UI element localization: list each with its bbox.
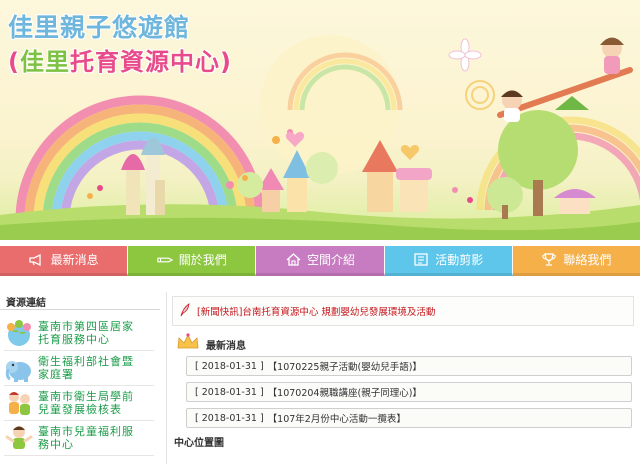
label-line-1: 臺南市衛生局學前: [38, 390, 134, 403]
megaphone-icon: [29, 253, 45, 267]
feather-icon: [179, 302, 191, 321]
sidebar-link-label: 衛生福利部社會暨 家庭署: [34, 355, 134, 381]
nav-item-activity-photos[interactable]: 活動剪影: [384, 246, 513, 276]
sidebar-link-label: 臺南市衛生局學前 兒童發展檢核表: [34, 390, 134, 416]
label-line-1: 衛生福利部社會暨: [38, 355, 134, 368]
crown-icon: [176, 333, 200, 355]
children-globe-icon: [4, 318, 34, 348]
sidebar-link-child-welfare-center[interactable]: 臺南市兒童福利服 務中心: [4, 421, 154, 456]
location-map-title: 中心位置圖: [174, 438, 224, 449]
nav-item-space-intro[interactable]: 空間介紹: [256, 246, 385, 276]
sidebar-link-label: 臺南市第四區居家 托育服務中心: [34, 320, 134, 346]
site-title: 佳里親子悠遊館: [8, 13, 191, 42]
label-line-1: 臺南市第四區居家: [38, 320, 134, 333]
latest-news-title: 最新消息: [206, 340, 246, 352]
label-line-2: 家庭署: [38, 368, 74, 381]
sidebar: 資源連結 臺南市第四區居家 托育服務中心 衛生福利部社會暨 家庭署 臺南市衛生局學前…: [0, 290, 160, 464]
elephant-icon: [4, 353, 34, 383]
news-flash-bar[interactable]: [新聞快訊]台南托育資源中心 規劃嬰幼兒發展環境及活動: [172, 296, 634, 326]
latest-news-header: 最新消息: [172, 332, 634, 356]
sidebar-link-social-family-agency[interactable]: 衛生福利部社會暨 家庭署: [4, 351, 154, 386]
nav-label: 關於我們: [178, 253, 227, 267]
label-line-2: 托育服務中心: [38, 333, 110, 346]
news-title: 【1070225親子活動(嬰幼兒手語)】: [267, 362, 422, 373]
nav-item-contact-us[interactable]: 聯絡我們: [512, 246, 640, 276]
label-line-1: 臺南市兒童福利服: [38, 425, 134, 438]
news-title: 【107年2月份中心活動一攬表】: [267, 414, 406, 425]
nav-label: 空間介紹: [307, 253, 356, 267]
kids-icon: [4, 388, 34, 418]
label-line-2: 務中心: [38, 438, 74, 451]
resource-links: 臺南市第四區居家 托育服務中心 衛生福利部社會暨 家庭署 臺南市衛生局學前 兒童發展檢…: [0, 310, 160, 456]
news-flash-text: [新聞快訊]台南托育資源中心 規劃嬰幼兒發展環境及活動: [197, 307, 436, 318]
news-date: [ 2018-01-31 ]: [195, 360, 264, 372]
pencil-icon: [157, 253, 173, 267]
main-content: [新聞快訊]台南托育資源中心 規劃嬰幼兒發展環境及活動 最新消息 [ 2018-…: [172, 296, 634, 464]
subtitle-rest: 托育資源中心): [69, 48, 232, 76]
nav-label: 最新消息: [50, 253, 99, 267]
news-item[interactable]: [ 2018-01-31 ] 【1070225親子活動(嬰幼兒手語)】: [186, 356, 632, 376]
sidebar-link-home-childcare-center[interactable]: 臺南市第四區居家 托育服務中心: [4, 316, 154, 351]
subtitle-open-paren: (: [8, 48, 20, 76]
news-date: [ 2018-01-31 ]: [195, 386, 264, 398]
photo-icon: [413, 253, 429, 267]
nav-label: 活動剪影: [435, 253, 484, 267]
children-icon: [4, 423, 34, 453]
header-banner: 佳里親子悠遊館 (佳里托育資源中心): [0, 0, 640, 240]
main-nav: 最新消息 關於我們 空間介紹 活動剪影 聯絡我們: [0, 246, 640, 276]
subtitle-highlight: 佳里: [19, 48, 70, 76]
column-divider: [166, 292, 167, 464]
trophy-icon: [541, 253, 557, 267]
news-date: [ 2018-01-31 ]: [195, 412, 264, 424]
nav-item-about-us[interactable]: 關於我們: [128, 246, 257, 276]
label-line-2: 兒童發展檢核表: [38, 403, 122, 416]
nav-item-latest-news[interactable]: 最新消息: [0, 246, 129, 276]
news-item[interactable]: [ 2018-01-31 ] 【1070204親職講座(親子同理心)】: [186, 382, 632, 402]
nav-label: 聯絡我們: [563, 253, 612, 267]
news-title: 【1070204親職講座(親子同理心)】: [267, 388, 422, 399]
sidebar-title: 資源連結: [0, 290, 160, 310]
news-item[interactable]: [ 2018-01-31 ] 【107年2月份中心活動一攬表】: [186, 408, 632, 428]
site-subtitle: (佳里托育資源中心): [8, 42, 232, 77]
news-list: [ 2018-01-31 ] 【1070225親子活動(嬰幼兒手語)】 [ 20…: [172, 356, 634, 428]
sidebar-link-preschool-development-checklist[interactable]: 臺南市衛生局學前 兒童發展檢核表: [4, 386, 154, 421]
sidebar-link-label: 臺南市兒童福利服 務中心: [34, 425, 134, 451]
house-icon: [285, 253, 301, 267]
